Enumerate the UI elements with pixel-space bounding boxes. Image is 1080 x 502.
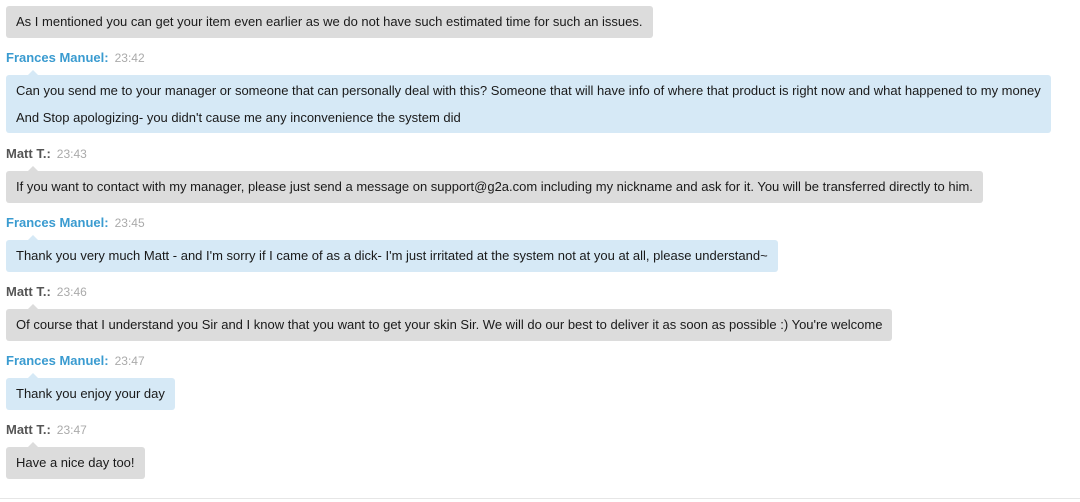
message-text: As I mentioned you can get your item eve… [16,14,643,29]
timestamp: 23:43 [56,147,87,161]
message-bubble-agent: Have a nice day too! [6,442,145,479]
timestamp: 23:47 [114,354,145,368]
chat-message: Of course that I understand you Sir and … [6,304,893,341]
timestamp: 23:47 [56,423,87,437]
message-bubble-customer: Thank you enjoy your day [6,373,175,410]
chat-message: As I mentioned you can get your item eve… [6,6,653,38]
sender-name: Matt T.: [6,422,51,437]
message-header: Frances Manuel: 23:42 [6,49,145,67]
sender-name: Frances Manuel: [6,353,109,368]
message-text: Thank you very much Matt - and I'm sorry… [16,248,768,263]
message-bubble-customer: Can you send me to your manager or someo… [6,70,1051,133]
chat-transcript: As I mentioned you can get your item eve… [0,0,1080,502]
chat-message: Thank you very much Matt - and I'm sorry… [6,235,778,272]
sender-name: Frances Manuel: [6,50,109,65]
message-bubble-agent: If you want to contact with my manager, … [6,166,983,203]
message-bubble-agent: As I mentioned you can get your item eve… [6,6,653,38]
chat-message: If you want to contact with my manager, … [6,166,983,203]
message-header: Frances Manuel: 23:47 [6,352,145,370]
message-bubble-agent: Of course that I understand you Sir and … [6,304,893,341]
divider [0,498,1080,499]
chat-message: Thank you enjoy your day [6,373,175,410]
message-text: Of course that I understand you Sir and … [16,317,883,332]
message-header: Matt T.: 23:46 [6,283,87,301]
message-text: And Stop apologizing- you didn't cause m… [16,110,461,125]
message-header: Matt T.: 23:47 [6,421,87,439]
message-text: Can you send me to your manager or someo… [16,83,1041,98]
message-header: Frances Manuel: 23:45 [6,214,145,232]
sender-name: Frances Manuel: [6,215,109,230]
sender-name: Matt T.: [6,146,51,161]
message-bubble-customer: Thank you very much Matt - and I'm sorry… [6,235,778,272]
message-text: Thank you enjoy your day [16,386,165,401]
timestamp: 23:46 [56,285,87,299]
sender-name: Matt T.: [6,284,51,299]
chat-message: Can you send me to your manager or someo… [6,70,1051,133]
message-header: Matt T.: 23:43 [6,145,87,163]
message-text: If you want to contact with my manager, … [16,179,973,194]
chat-message: Have a nice day too! [6,442,145,479]
timestamp: 23:45 [114,216,145,230]
message-text: Have a nice day too! [16,455,135,470]
timestamp: 23:42 [114,51,145,65]
